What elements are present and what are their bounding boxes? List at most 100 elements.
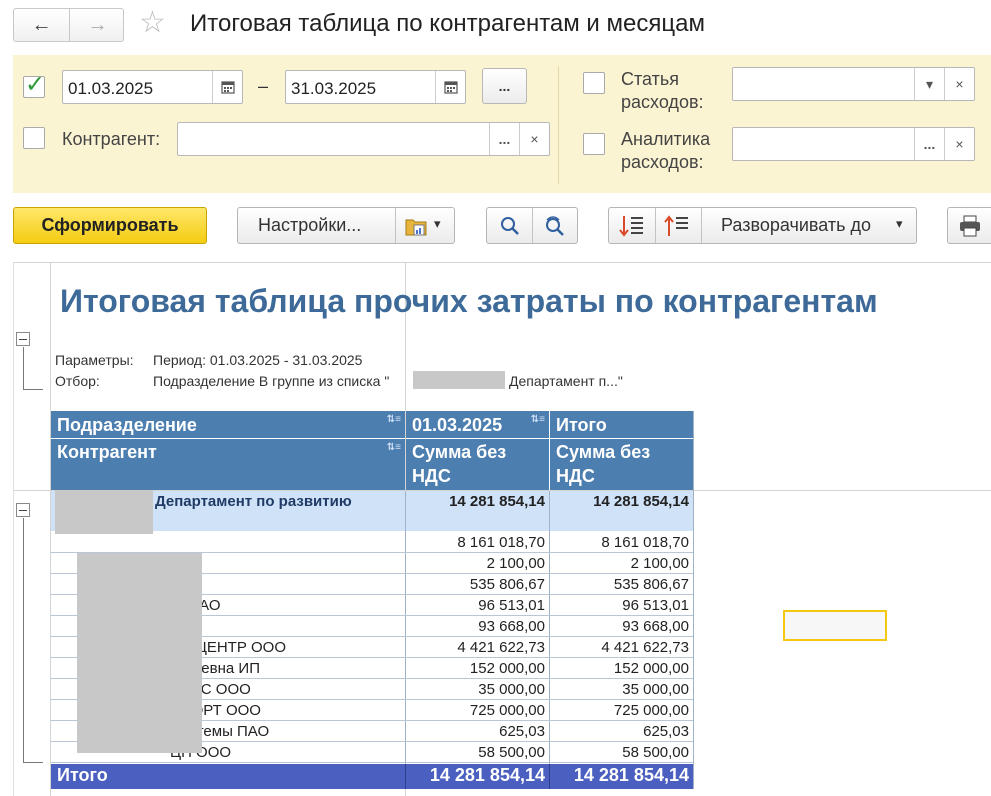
- date-from-field[interactable]: 01.03.2025: [62, 70, 243, 104]
- counterparty-field[interactable]: ... ×: [177, 122, 550, 156]
- header-date-sum[interactable]: Сумма без НДС: [406, 439, 549, 490]
- row-col2: 35 000,00: [478, 681, 545, 698]
- sort-icon: ⇅≡: [386, 442, 401, 453]
- row-col3: 725 000,00: [613, 702, 689, 719]
- row-col2: 58 500,00: [478, 744, 545, 761]
- sort-expand-icon[interactable]: [619, 214, 645, 243]
- expense-items-field[interactable]: ▾ ×: [732, 67, 975, 101]
- header-text: Контрагент: [57, 442, 157, 462]
- row-col2: 152 000,00: [469, 660, 545, 677]
- group-bracket: [23, 347, 24, 389]
- row-col2: 8 161 018,70: [457, 534, 545, 551]
- calendar-icon[interactable]: [212, 71, 242, 103]
- redacted-block: [55, 490, 153, 534]
- group-row-name: Департамент по развитию: [155, 493, 352, 510]
- filter-value-prefix: Подразделение В группе из списка ": [153, 373, 390, 389]
- redacted-block: [413, 371, 505, 389]
- generate-button[interactable]: Сформировать: [13, 207, 207, 244]
- collapse-header-icon[interactable]: [16, 332, 30, 346]
- expense-analytics-clear-button[interactable]: ×: [944, 128, 974, 160]
- params-value: Период: 01.03.2025 - 31.03.2025: [153, 352, 363, 368]
- checkmark-icon: ✓: [25, 71, 46, 98]
- total-row[interactable]: Итого 14 281 854,14 14 281 854,14: [51, 764, 693, 789]
- settings-group: Настройки... ▾: [237, 207, 455, 244]
- counterparty-select-button[interactable]: ...: [489, 123, 519, 155]
- header-text: Итого: [556, 415, 607, 435]
- total-col2: 14 281 854,14: [429, 765, 545, 785]
- sort-icon: ⇅≡: [386, 414, 401, 425]
- group-bracket: [23, 762, 43, 763]
- row-col3: 152 000,00: [613, 660, 689, 677]
- expense-items-checkbox[interactable]: [583, 72, 605, 94]
- row-col3: 8 161 018,70: [601, 534, 689, 551]
- report-grid-line: [13, 262, 991, 263]
- chevron-down-icon[interactable]: ▾: [896, 216, 903, 232]
- filter-divider: [558, 66, 559, 184]
- calendar-icon[interactable]: [435, 71, 465, 103]
- expand-to-button[interactable]: Разворачивать до: [721, 215, 871, 236]
- row-col2: 535 806,67: [469, 576, 545, 593]
- settings-button[interactable]: Настройки...: [258, 215, 361, 236]
- group-row-col2: 14 281 854,14: [449, 493, 545, 510]
- selected-cell[interactable]: [783, 610, 887, 641]
- table-col-line: [693, 411, 694, 789]
- expense-analytics-select-button[interactable]: ...: [914, 128, 944, 160]
- search-next-icon[interactable]: [543, 215, 567, 242]
- row-col3: 535 806,67: [613, 576, 689, 593]
- filter-value-suffix: Департамент п...": [509, 373, 623, 389]
- expense-analytics-checkbox[interactable]: [583, 133, 605, 155]
- row-col3: 625,03: [643, 723, 689, 740]
- expense-items-label-1: Статья: [621, 69, 680, 89]
- row-col2: 725 000,00: [469, 702, 545, 719]
- counterparty-clear-button[interactable]: ×: [519, 123, 549, 155]
- header-date[interactable]: 01.03.2025 ⇅≡: [406, 411, 549, 438]
- row-col2: 96 513,01: [478, 597, 545, 614]
- back-button[interactable]: ←: [14, 9, 69, 41]
- table-col-line: [405, 764, 406, 789]
- header-total-sum[interactable]: Сумма без НДС: [550, 439, 693, 490]
- date-from-value: 01.03.2025: [68, 79, 154, 98]
- sort-collapse-icon[interactable]: [664, 214, 690, 243]
- row-col3: 35 000,00: [622, 681, 689, 698]
- group-bracket: [23, 389, 43, 390]
- report-grid-line: [13, 262, 14, 796]
- row-col3: 58 500,00: [622, 744, 689, 761]
- date-to-field[interactable]: 31.03.2025: [285, 70, 466, 104]
- favorite-star-icon[interactable]: ☆: [139, 8, 166, 38]
- row-col3: 4 421 622,73: [601, 639, 689, 656]
- header-subdivision[interactable]: Подразделение ⇅≡: [51, 411, 405, 438]
- header-text: НДС: [556, 466, 595, 486]
- period-select-button[interactable]: ...: [482, 68, 527, 104]
- report-title: Итоговая таблица прочих затраты по контр…: [60, 283, 878, 319]
- forward-button[interactable]: →: [70, 9, 125, 41]
- header-text: Сумма без: [412, 442, 507, 462]
- total-col3: 14 281 854,14: [573, 765, 689, 785]
- collapse-group-icon[interactable]: [16, 503, 30, 517]
- counterparty-checkbox[interactable]: [23, 127, 45, 149]
- chevron-down-icon[interactable]: ▾: [914, 68, 944, 100]
- group-bracket: [23, 518, 24, 762]
- filter-label: Отбор:: [55, 373, 100, 389]
- period-checkbox[interactable]: ✓: [23, 71, 45, 98]
- history-nav: ← →: [13, 8, 124, 42]
- row-col3: 93 668,00: [622, 618, 689, 635]
- expense-analytics-field[interactable]: ... ×: [732, 127, 975, 161]
- chevron-down-icon[interactable]: ▾: [434, 216, 441, 232]
- window-title: Итоговая таблица по контрагентам и месяц…: [190, 10, 705, 37]
- arrow-left-icon: ←: [31, 13, 52, 36]
- expense-items-clear-button[interactable]: ×: [944, 68, 974, 100]
- arrow-right-icon: →: [87, 13, 108, 36]
- date-to-value: 31.03.2025: [291, 79, 377, 98]
- header-counterparty[interactable]: Контрагент ⇅≡: [51, 439, 405, 490]
- row-col2: 625,03: [499, 723, 545, 740]
- report-variant-icon[interactable]: [404, 214, 428, 243]
- print-button[interactable]: [947, 207, 991, 244]
- printer-icon: [958, 215, 982, 242]
- header-total[interactable]: Итого: [550, 411, 693, 438]
- total-label: Итого: [57, 765, 108, 785]
- header-text: НДС: [412, 466, 451, 486]
- search-icon[interactable]: [499, 215, 521, 242]
- header-text: 01.03.2025: [412, 415, 503, 435]
- group-row-col3: 14 281 854,14: [593, 493, 689, 510]
- header-text: Подразделение: [57, 415, 197, 435]
